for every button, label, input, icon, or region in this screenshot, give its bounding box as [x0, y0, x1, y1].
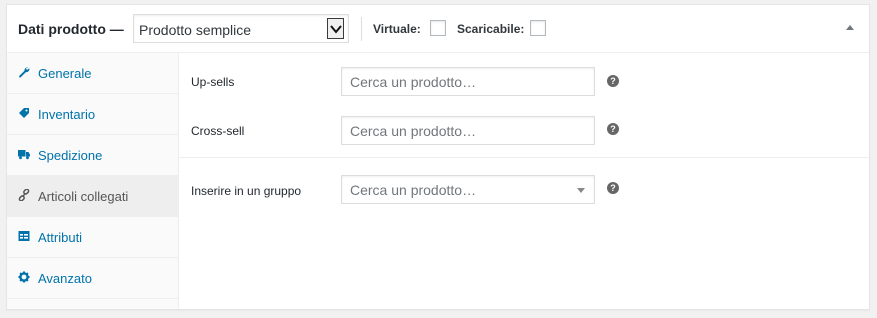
- tab-label: Articoli collegati: [38, 189, 129, 204]
- table-icon: [18, 231, 30, 241]
- crosssell-label: Cross-sell: [191, 124, 245, 138]
- gear-icon: [18, 271, 30, 283]
- tab-spedizione[interactable]: Spedizione: [7, 135, 178, 176]
- help-icon[interactable]: ?: [607, 123, 619, 135]
- chevron-down-icon[interactable]: [327, 18, 344, 39]
- linked-products-panel: Up-sells Cerca un prodotto… ? Cross-sell…: [179, 53, 869, 309]
- grouped-placeholder: Cerca un prodotto…: [350, 182, 477, 198]
- tab-avanzato[interactable]: Avanzato: [7, 258, 178, 299]
- tab-attributi[interactable]: Attributi: [7, 217, 178, 258]
- tab-generale[interactable]: Generale: [7, 53, 178, 94]
- virtual-checkbox[interactable]: [430, 20, 446, 36]
- virtual-label: Virtuale:: [373, 22, 421, 36]
- upsells-label: Up-sells: [191, 75, 235, 89]
- tab-articoli-collegati[interactable]: Articoli collegati: [7, 176, 178, 217]
- grouped-product-select[interactable]: Cerca un prodotto…: [341, 175, 595, 204]
- panel-title: Dati prodotto —: [18, 21, 124, 37]
- product-type-value: Prodotto semplice: [139, 22, 252, 38]
- product-data-tabs: Generale Inventario Spedizione Articoli …: [7, 53, 179, 309]
- truck-icon: [18, 150, 30, 160]
- upsells-placeholder: Cerca un prodotto…: [350, 74, 477, 90]
- header-divider: [361, 17, 362, 41]
- tag-icon: [19, 108, 29, 118]
- tab-label: Inventario: [38, 107, 96, 122]
- downloadable-label: Scaricabile:: [457, 22, 525, 36]
- help-icon[interactable]: ?: [607, 182, 619, 194]
- upsells-search-input[interactable]: Cerca un prodotto…: [341, 67, 595, 96]
- panel-header: Dati prodotto — Prodotto semplice Virtua…: [7, 5, 869, 53]
- downloadable-checkbox[interactable]: [530, 20, 546, 36]
- product-data-panel: Dati prodotto — Prodotto semplice Virtua…: [6, 4, 870, 310]
- crosssell-search-input[interactable]: Cerca un prodotto…: [341, 116, 595, 145]
- tab-label: Spedizione: [38, 148, 103, 163]
- dropdown-arrow-icon[interactable]: [577, 188, 585, 193]
- wrench-icon: [19, 67, 30, 78]
- collapse-toggle-icon[interactable]: [846, 25, 854, 30]
- crosssell-placeholder: Cerca un prodotto…: [350, 123, 477, 139]
- tab-label: Attributi: [38, 230, 83, 245]
- link-icon: [18, 189, 30, 201]
- section-divider: [179, 157, 869, 158]
- help-icon[interactable]: ?: [607, 75, 619, 87]
- tab-label: Avanzato: [38, 271, 92, 286]
- tab-label: Generale: [38, 66, 92, 81]
- tab-inventario[interactable]: Inventario: [7, 94, 178, 135]
- product-type-select[interactable]: Prodotto semplice: [133, 14, 349, 43]
- grouped-label: Inserire in un gruppo: [191, 184, 302, 198]
